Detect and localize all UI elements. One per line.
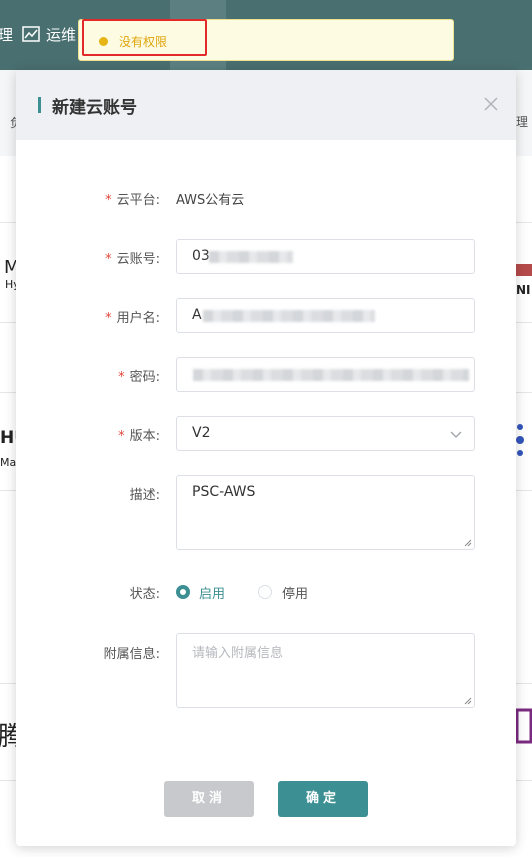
required-mark: *: [105, 311, 112, 326]
version-label: * 版本:: [118, 429, 160, 444]
platform-value: AWS公有云: [176, 193, 245, 208]
platform-label: * 云平台:: [105, 193, 160, 208]
extra-info-textarea[interactable]: 请输入附属信息: [176, 633, 475, 708]
required-mark: *: [118, 370, 125, 385]
right-logo-shape: [516, 264, 532, 276]
resize-handle-icon[interactable]: [464, 539, 472, 547]
account-input-value: 03: [192, 248, 210, 264]
dialog-title: 新建云账号: [52, 98, 137, 118]
extra-info-label: 附属信息:: [103, 647, 160, 662]
close-icon[interactable]: [482, 95, 500, 113]
cancel-button[interactable]: 取消: [164, 781, 254, 817]
password-label: * 密码:: [118, 370, 160, 385]
chart-icon: [22, 26, 40, 42]
right-logo-icon: [516, 708, 532, 744]
resize-handle-icon[interactable]: [464, 697, 472, 705]
required-mark: *: [118, 429, 125, 444]
password-input[interactable]: [176, 357, 475, 392]
create-cloud-account-dialog: 新建云账号 * 云平台: AWS公有云 * 云账号: 03 * 用户名: A * 密码:…: [16, 70, 516, 846]
account-label: * 云账号:: [105, 252, 160, 267]
redacted-mask: [193, 369, 469, 381]
description-textarea[interactable]: PSC-AWS: [176, 475, 475, 550]
status-enabled-radio[interactable]: [176, 585, 190, 599]
required-mark: *: [105, 252, 112, 267]
username-input-value: A: [192, 307, 202, 323]
username-input[interactable]: A: [176, 298, 475, 333]
list-item-logo-fragment: Ma: [0, 456, 17, 469]
required-mark: *: [105, 193, 112, 208]
nav-item-fragment[interactable]: 理: [0, 24, 13, 45]
username-label: * 用户名:: [105, 311, 160, 326]
status-disabled-label[interactable]: 停用: [282, 583, 308, 602]
dialog-header: 新建云账号: [16, 70, 516, 140]
status-enabled-label[interactable]: 启用: [199, 583, 225, 602]
right-logo-icon: [516, 424, 524, 456]
redacted-mask: [209, 251, 293, 263]
annotation-highlight: [82, 19, 207, 56]
extra-info-placeholder: 请输入附属信息: [192, 646, 284, 661]
redacted-mask: [203, 310, 375, 322]
status-label: 状态:: [129, 587, 160, 602]
version-selected-value: V2: [192, 425, 211, 441]
version-select[interactable]: V2: [176, 416, 475, 451]
title-accent-bar: [38, 97, 41, 113]
account-input[interactable]: 03: [176, 239, 475, 274]
right-logo-fragment: NI: [516, 283, 531, 297]
subnav-fragment-right: 理: [516, 115, 529, 129]
nav-item-ops[interactable]: 运维: [46, 24, 76, 45]
description-value: PSC-AWS: [192, 484, 256, 500]
description-label: 描述:: [129, 488, 160, 503]
status-disabled-radio[interactable]: [258, 585, 272, 599]
confirm-button[interactable]: 确定: [278, 781, 368, 817]
chevron-down-icon: [450, 431, 462, 438]
